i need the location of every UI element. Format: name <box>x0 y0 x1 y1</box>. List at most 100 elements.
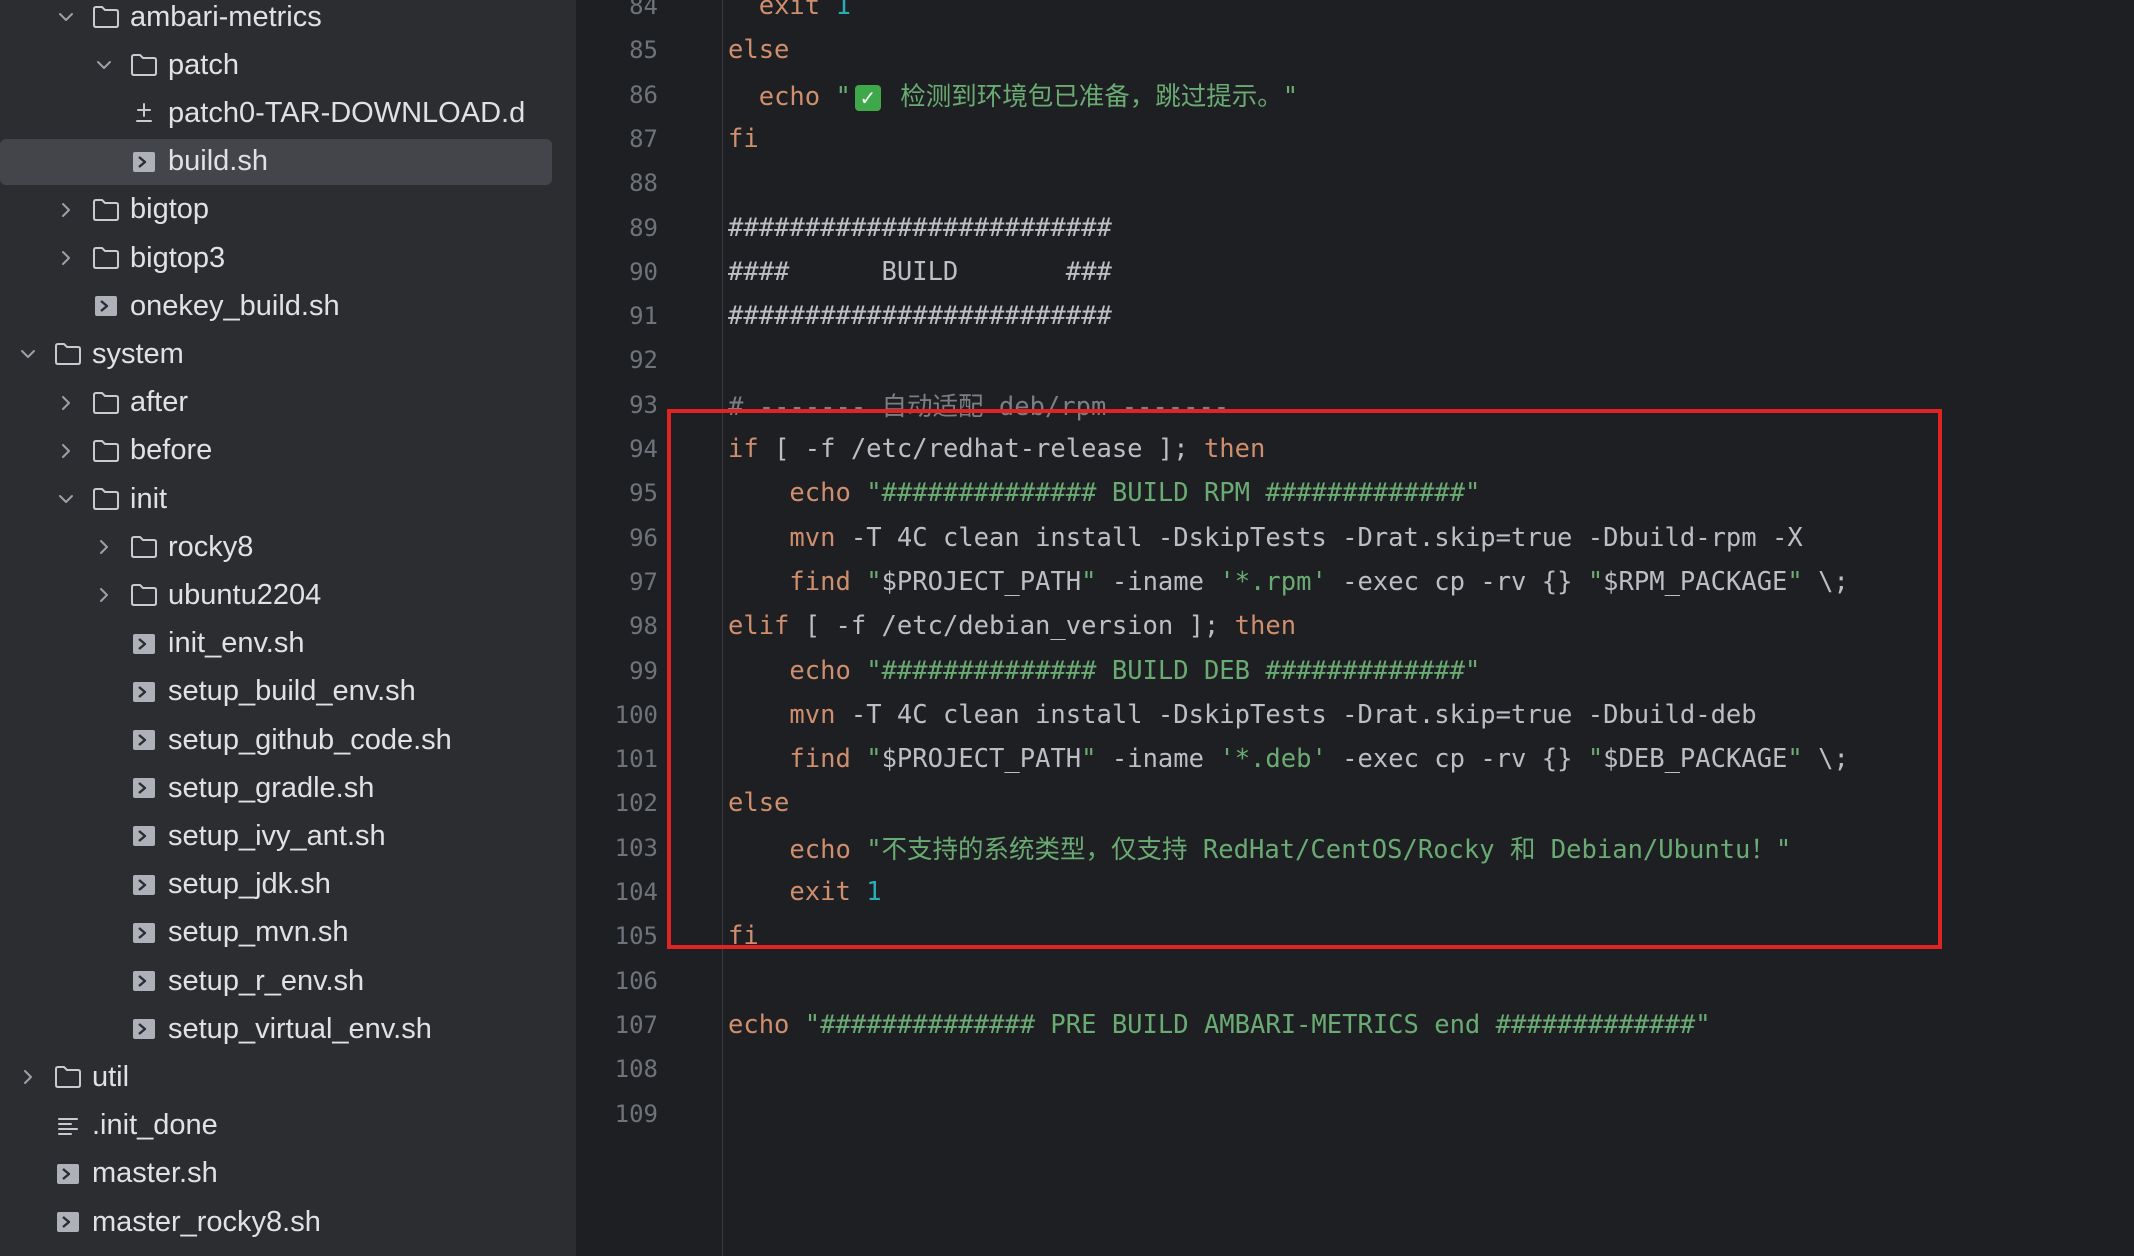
code-token: " <box>866 744 882 775</box>
tree-item[interactable]: init_env.sh <box>0 620 305 668</box>
tree-item[interactable]: setup_build_env.sh <box>0 668 416 716</box>
chevron-right-icon[interactable] <box>14 1063 42 1091</box>
code-line[interactable]: 99 echo "############## BUILD DEB ######… <box>576 649 2134 693</box>
code-line[interactable]: 103 echo "不支持的系统类型，仅支持 RedHat/CentOS/Roc… <box>576 826 2134 870</box>
code-line[interactable]: 106 <box>576 959 2134 1003</box>
code-token: " <box>1787 744 1803 775</box>
code-token: $RPM_PACKAGE <box>1603 566 1788 597</box>
code-token: else <box>728 788 790 819</box>
tree-item[interactable]: patch <box>0 41 239 89</box>
tree-item[interactable]: setup_ivy_ant.sh <box>0 812 386 860</box>
code-token: -exec cp -rv {} <box>1326 566 1588 597</box>
tree-item[interactable]: setup_gradle.sh <box>0 764 374 812</box>
code-line[interactable]: 84 exit 1 <box>576 0 2134 28</box>
tree-item-label: patch0-TAR-DOWNLOAD.d <box>168 96 526 129</box>
code-line[interactable]: 94 if [ -f /etc/redhat-release ]; then <box>576 427 2134 471</box>
tree-item[interactable]: util <box>0 1053 129 1101</box>
tree-item[interactable]: system <box>0 330 184 378</box>
code-token: mvn <box>789 522 836 553</box>
tree-item-content: init_env.sh <box>0 627 305 660</box>
code-editor[interactable]: 84 exit 1 85 else 86 echo " ✓ 检测到环境包已准备，跳过提示… <box>576 0 2134 1256</box>
tree-item-label: after <box>130 386 189 419</box>
tree-item[interactable]: ubuntu2204 <box>0 571 321 619</box>
code-line[interactable]: 108 <box>576 1047 2134 1091</box>
tree-item[interactable]: setup_virtual_env.sh <box>0 1005 432 1053</box>
tree-item[interactable]: setup_github_code.sh <box>0 716 452 764</box>
tree-item[interactable]: rocky8 <box>0 523 253 571</box>
code-line[interactable]: 88 <box>576 161 2134 205</box>
tree-item-content: ambari-metrics <box>0 1 322 34</box>
code-line[interactable]: 96 mvn -T 4C clean install -DskipTests -… <box>576 516 2134 560</box>
code-token: echo <box>789 835 851 866</box>
tree-item[interactable]: before <box>0 427 212 475</box>
tree-item[interactable]: master_rocky8.sh <box>0 1198 321 1246</box>
code-line[interactable]: 97 find "$PROJECT_PATH" -iname '*.rpm' -… <box>576 560 2134 604</box>
project-tree: ambari-metrics patch patch0-TAR-DOWNLOAD.d… <box>0 0 576 1256</box>
chevron-down-icon[interactable] <box>52 3 80 31</box>
code-line[interactable]: 104 exit 1 <box>576 870 2134 914</box>
chevron-right-icon[interactable] <box>52 196 80 224</box>
shell-script-icon <box>132 825 156 847</box>
line-number: 101 <box>614 745 658 774</box>
code-line[interactable]: 95 echo "############## BUILD RPM ######… <box>576 471 2134 515</box>
code-text: else <box>728 35 789 65</box>
code-line[interactable]: 102 else <box>576 781 2134 825</box>
code-line[interactable]: 93 # ------- 自动适配 deb/rpm ------- <box>576 383 2134 427</box>
tree-item[interactable]: master.sh <box>0 1150 218 1198</box>
tree-item[interactable]: init <box>0 475 167 523</box>
code-line[interactable]: 91 ######################### <box>576 294 2134 338</box>
code-line[interactable]: 92 <box>576 338 2134 382</box>
chevron-right-icon[interactable] <box>52 244 80 272</box>
tree-item[interactable]: patch0-TAR-DOWNLOAD.d <box>0 89 525 137</box>
chevron-right-icon[interactable] <box>52 389 80 417</box>
code-line[interactable]: 107 echo "############## PRE BUILD AMBARI… <box>576 1003 2134 1047</box>
code-line[interactable]: 85 else <box>576 28 2134 72</box>
code-line[interactable]: 86 echo " ✓ 检测到环境包已准备，跳过提示。" <box>576 73 2134 117</box>
tree-item-label: build.sh <box>168 145 268 178</box>
tree-item-label: bigtop3 <box>130 241 226 274</box>
chevron-right-icon[interactable] <box>90 533 118 561</box>
tree-item[interactable]: after <box>0 379 188 427</box>
tree-item[interactable]: .init_done <box>0 1102 218 1150</box>
tree-item-content: .init_done <box>0 1109 218 1142</box>
code-line[interactable]: 105 fi <box>576 914 2134 958</box>
line-number: 95 <box>629 479 658 508</box>
code-line[interactable]: 89 ######################### <box>576 206 2134 250</box>
code-line[interactable]: 109 <box>576 1092 2134 1136</box>
chevron-down-icon[interactable] <box>14 340 42 368</box>
folder-icon <box>90 485 122 513</box>
code-token: #### BUILD ### <box>728 256 1112 287</box>
folder-icon <box>128 581 160 609</box>
tree-item[interactable]: setup_mvn.sh <box>0 909 349 957</box>
tree-item[interactable]: setup_jdk.sh <box>0 861 331 909</box>
code-line[interactable]: 100 mvn -T 4C clean install -DskipTests … <box>576 693 2134 737</box>
code-line[interactable]: 98 elif [ -f /etc/debian_version ]; then <box>576 604 2134 648</box>
tree-item-content: setup_ivy_ant.sh <box>0 820 386 853</box>
code-line[interactable]: 87 fi <box>576 117 2134 161</box>
code-line[interactable]: 90 #### BUILD ### <box>576 250 2134 294</box>
code-token: echo <box>728 1009 790 1040</box>
tree-item[interactable]: bigtop3 <box>0 234 225 282</box>
chevron-right-icon[interactable] <box>90 581 118 609</box>
tree-item-label: setup_jdk.sh <box>168 868 331 901</box>
tree-item[interactable]: build.sh <box>0 138 552 186</box>
tree-item-content: ubuntu2204 <box>0 579 321 612</box>
chevron-down-icon[interactable] <box>90 51 118 79</box>
tree-item[interactable]: ambari-metrics <box>0 0 322 41</box>
check-mark-emoji-icon: ✓ <box>854 85 881 112</box>
code-line[interactable]: 101 find "$PROJECT_PATH" -iname '*.deb' … <box>576 737 2134 781</box>
tree-item-content: init <box>0 483 167 516</box>
tree-item[interactable]: setup_r_env.sh <box>0 957 364 1005</box>
code-token: $PROJECT_PATH <box>881 744 1082 775</box>
chevron-right-icon[interactable] <box>52 437 80 465</box>
tree-item[interactable]: bigtop <box>0 186 209 234</box>
tree-item-label: setup_virtual_env.sh <box>168 1012 432 1045</box>
tree-item[interactable]: onekey_build.sh <box>0 282 340 330</box>
tree-item-content: bigtop3 <box>0 242 225 275</box>
shell-script-icon <box>56 1211 80 1233</box>
tree-item-label: init <box>130 482 168 515</box>
chevron-down-icon[interactable] <box>52 485 80 513</box>
line-number: 87 <box>629 124 658 153</box>
